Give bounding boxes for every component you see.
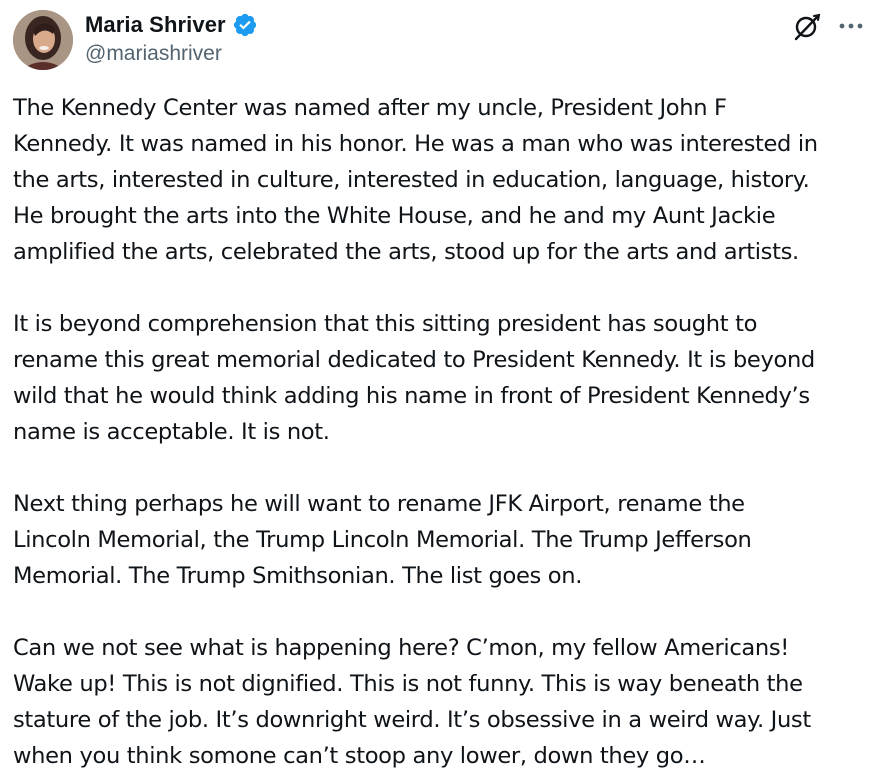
text-line: stature of the job. It’s downright weird… [13,707,811,733]
text-line: when you think somone can’t stoop any lo… [13,743,706,769]
text-line: He brought the arts into the White House… [13,203,776,229]
text-line: wild that he would think adding his name… [13,383,810,409]
text-line: Memorial. The Trump Smithsonian. The lis… [13,563,583,589]
grok-icon[interactable] [792,12,822,42]
text-line: Next thing perhaps he will want to renam… [13,491,745,517]
tweet-card: Maria Shriver @mariashriver The Kennedy … [0,0,882,771]
author-display-name[interactable]: Maria Shriver [85,12,226,38]
tweet-paragraph: The Kennedy Center was named after my un… [13,90,875,270]
author-identity: Maria Shriver @mariashriver [85,10,258,66]
tweet-text: The Kennedy Center was named after my un… [13,90,875,774]
text-line: Can we not see what is happening here? C… [13,635,789,661]
more-options-icon[interactable] [838,14,864,38]
text-line: name is acceptable. It is not. [13,419,330,445]
name-row: Maria Shriver [85,10,258,40]
text-line: rename this great memorial dedicated to … [13,347,815,373]
text-line: Kennedy. It was named in his honor. He w… [13,131,818,157]
text-line: amplified the arts, celebrated the arts,… [13,239,799,265]
text-line: the arts, interested in culture, interes… [13,167,810,193]
verified-badge-icon[interactable] [232,12,258,38]
text-line: It is beyond comprehension that this sit… [13,311,758,337]
text-line: The Kennedy Center was named after my un… [13,95,727,121]
tweet-paragraph: Can we not see what is happening here? C… [13,630,875,774]
avatar[interactable] [13,10,73,70]
tweet-header: Maria Shriver @mariashriver [13,10,864,70]
text-line: Lincoln Memorial, the Trump Lincoln Memo… [13,527,752,553]
tweet-paragraph: Next thing perhaps he will want to renam… [13,486,875,594]
tweet-paragraph: It is beyond comprehension that this sit… [13,306,875,450]
author-handle[interactable]: @mariashriver [85,42,258,66]
avatar-image [13,10,73,70]
text-line: Wake up! This is not dignified. This is … [13,671,803,697]
